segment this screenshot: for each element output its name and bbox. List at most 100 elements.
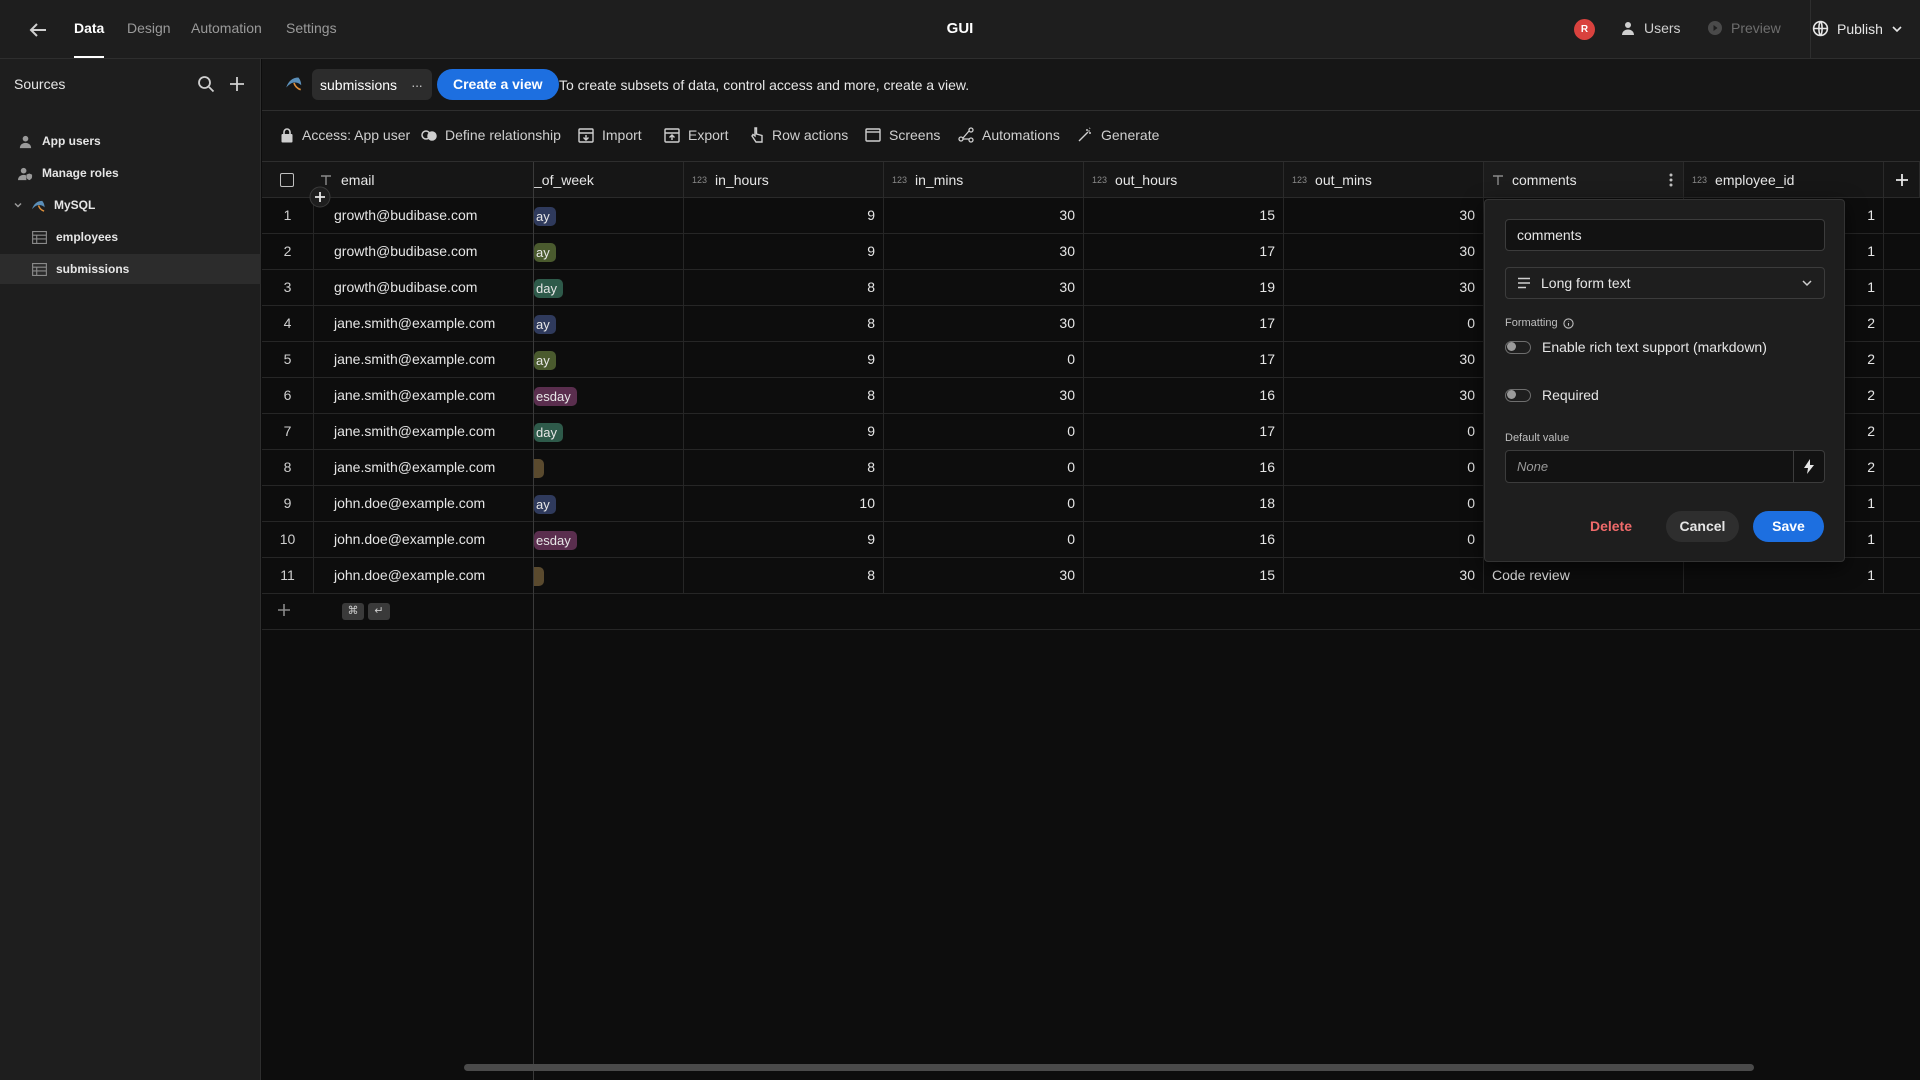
cell-in-hours[interactable]: 9 [684, 234, 884, 270]
cell-day-of-week[interactable]: ay [534, 306, 684, 342]
tab-data[interactable]: Data [74, 20, 105, 58]
column-name-input[interactable] [1505, 219, 1825, 251]
cell-day-of-week[interactable]: day [534, 414, 684, 450]
column-header-out-mins[interactable]: 123 out_mins [1284, 162, 1484, 198]
sidebar-item-app-users[interactable]: App users [0, 126, 261, 156]
row-actions-button[interactable]: Row actions [750, 127, 848, 143]
cell-email[interactable]: growth@budibase.com [314, 198, 534, 234]
cell-email[interactable]: jane.smith@example.com [314, 450, 534, 486]
cell-in-mins[interactable]: 30 [884, 234, 1084, 270]
cell-out-mins[interactable]: 30 [1284, 558, 1484, 594]
screens-button[interactable]: Screens [865, 127, 940, 143]
default-value-field[interactable]: None [1505, 450, 1825, 483]
save-button[interactable]: Save [1753, 511, 1824, 542]
cancel-button[interactable]: Cancel [1666, 511, 1739, 542]
cell-out-mins[interactable]: 30 [1284, 234, 1484, 270]
automations-button[interactable]: Automations [958, 127, 1060, 143]
required-toggle[interactable] [1505, 388, 1531, 402]
add-row-icon[interactable] [274, 600, 294, 620]
cell-out-hours[interactable]: 19 [1084, 270, 1284, 306]
define-relationship-button[interactable]: Define relationship [421, 127, 561, 143]
column-header-email[interactable]: email [262, 162, 534, 198]
column-header-employee-id[interactable]: 123 employee_id [1684, 162, 1884, 198]
users-button[interactable]: Users [1620, 20, 1681, 36]
back-arrow-icon[interactable] [26, 18, 50, 42]
cell-out-mins[interactable]: 0 [1284, 522, 1484, 558]
search-icon[interactable] [196, 74, 216, 94]
select-all-checkbox[interactable] [280, 172, 294, 187]
cell-day-of-week[interactable]: day [534, 270, 684, 306]
cell-employee-id[interactable]: 1 [1684, 558, 1884, 594]
sidebar-item-manage-roles[interactable]: Manage roles [0, 158, 261, 188]
cell-day-of-week[interactable]: esday [534, 522, 684, 558]
cell-in-hours[interactable]: 9 [684, 414, 884, 450]
cell-in-mins[interactable]: 30 [884, 198, 1084, 234]
cell-out-hours[interactable]: 16 [1084, 450, 1284, 486]
cell-email[interactable]: jane.smith@example.com [314, 342, 534, 378]
column-header-in-hours[interactable]: 123 in_hours [684, 162, 884, 198]
cell-out-hours[interactable]: 18 [1084, 486, 1284, 522]
cell-out-mins[interactable]: 30 [1284, 270, 1484, 306]
create-view-button[interactable]: Create a view [437, 69, 559, 100]
rich-text-toggle-row[interactable]: Enable rich text support (markdown) [1505, 339, 1767, 355]
cell-in-mins[interactable]: 0 [884, 342, 1084, 378]
cell-email[interactable]: john.doe@example.com [314, 486, 534, 522]
cell-in-mins[interactable]: 30 [884, 558, 1084, 594]
cell-day-of-week[interactable] [534, 558, 684, 594]
cell-day-of-week[interactable] [534, 450, 684, 486]
cell-out-hours[interactable]: 16 [1084, 378, 1284, 414]
sidebar-item-employees[interactable]: employees [0, 222, 261, 252]
tab-design[interactable]: Design [127, 20, 171, 58]
cell-out-mins[interactable]: 30 [1284, 198, 1484, 234]
cell-in-mins[interactable]: 30 [884, 270, 1084, 306]
cell-in-hours[interactable]: 9 [684, 342, 884, 378]
cell-day-of-week[interactable]: esday [534, 378, 684, 414]
cell-email[interactable]: john.doe@example.com [314, 558, 534, 594]
cell-out-hours[interactable]: 17 [1084, 306, 1284, 342]
generate-button[interactable]: Generate [1077, 127, 1159, 143]
cell-comments[interactable]: Code review [1484, 558, 1684, 594]
publish-button[interactable]: Publish [1812, 20, 1903, 37]
avatar[interactable]: R [1574, 19, 1595, 40]
cell-day-of-week[interactable]: ay [534, 198, 684, 234]
column-header-in-mins[interactable]: 123 in_mins [884, 162, 1084, 198]
preview-button[interactable]: Preview [1707, 20, 1781, 36]
cell-out-mins[interactable]: 0 [1284, 450, 1484, 486]
cell-in-hours[interactable]: 9 [684, 522, 884, 558]
column-type-select[interactable]: Long form text [1505, 267, 1825, 299]
column-header-day-of-week[interactable]: _of_week [534, 162, 684, 198]
cell-out-hours[interactable]: 17 [1084, 234, 1284, 270]
cell-in-mins[interactable]: 0 [884, 486, 1084, 522]
column-header-out-hours[interactable]: 123 out_hours [1084, 162, 1284, 198]
required-toggle-row[interactable]: Required [1505, 387, 1599, 403]
add-column-button[interactable] [1884, 162, 1920, 198]
sidebar-item-submissions[interactable]: submissions [0, 254, 261, 284]
sidebar-item-mysql[interactable]: MySQL [0, 190, 261, 220]
cell-in-mins[interactable]: 30 [884, 306, 1084, 342]
cell-in-hours[interactable]: 8 [684, 450, 884, 486]
cell-out-hours[interactable]: 16 [1084, 522, 1284, 558]
cell-out-hours[interactable]: 15 [1084, 558, 1284, 594]
cell-out-mins[interactable]: 30 [1284, 378, 1484, 414]
cell-in-mins[interactable]: 0 [884, 522, 1084, 558]
cell-in-hours[interactable]: 8 [684, 306, 884, 342]
cell-out-hours[interactable]: 15 [1084, 198, 1284, 234]
cell-day-of-week[interactable]: ay [534, 486, 684, 522]
cell-email[interactable]: jane.smith@example.com [314, 306, 534, 342]
access-button[interactable]: Access: App user [280, 127, 410, 143]
cell-in-hours[interactable]: 9 [684, 198, 884, 234]
cell-out-hours[interactable]: 17 [1084, 414, 1284, 450]
cell-in-hours[interactable]: 8 [684, 558, 884, 594]
tab-automation[interactable]: Automation [191, 20, 262, 58]
cell-email[interactable]: growth@budibase.com [314, 270, 534, 306]
cell-in-mins[interactable]: 0 [884, 450, 1084, 486]
export-button[interactable]: Export [664, 127, 728, 143]
tab-settings[interactable]: Settings [286, 20, 337, 58]
cell-email[interactable]: growth@budibase.com [314, 234, 534, 270]
cell-day-of-week[interactable]: ay [534, 342, 684, 378]
info-icon[interactable] [1562, 317, 1574, 329]
cell-email[interactable]: jane.smith@example.com [314, 378, 534, 414]
cell-day-of-week[interactable]: ay [534, 234, 684, 270]
cell-in-mins[interactable]: 0 [884, 414, 1084, 450]
column-header-comments[interactable]: comments [1484, 162, 1684, 198]
